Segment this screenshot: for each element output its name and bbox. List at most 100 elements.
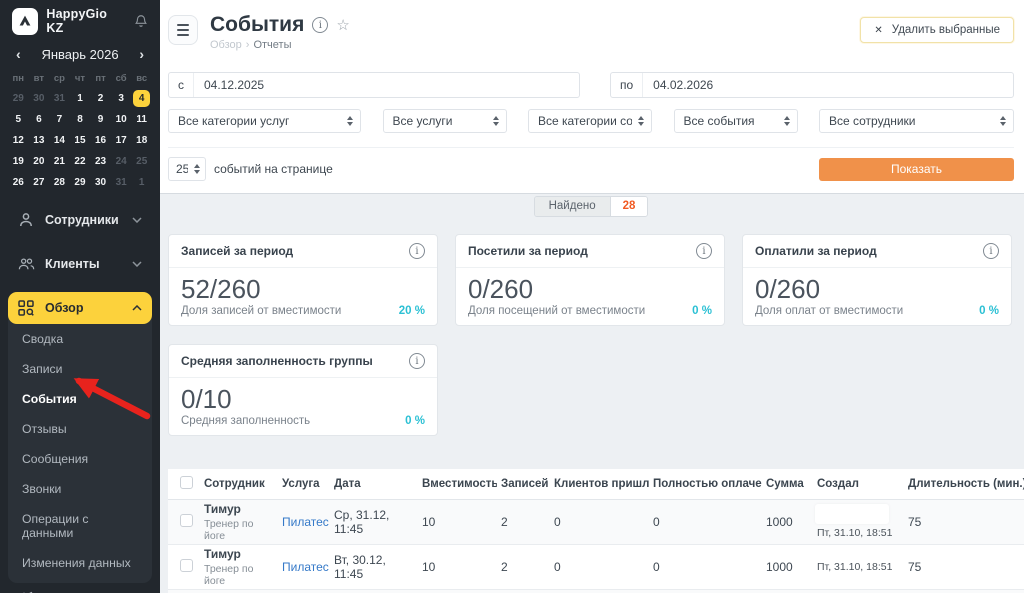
info-icon[interactable] (696, 243, 712, 259)
submenu-item[interactable]: Отзывы (8, 414, 152, 444)
calendar-day[interactable]: 24 (111, 152, 132, 171)
breadcrumb-parent[interactable]: Обзор (210, 39, 242, 51)
calendar-day[interactable]: 11 (131, 110, 152, 129)
sidebar-item-employees[interactable]: Сотрудники (8, 204, 152, 236)
service-link[interactable]: Пилатес (282, 515, 329, 529)
calendar-day[interactable]: 5 (8, 110, 29, 129)
calendar-day[interactable]: 25 (131, 152, 152, 171)
sidebar-item-analytics[interactable]: Аналитика (8, 583, 152, 593)
sidebar: HappyGio KZ ‹ Январь 2026 › пнвтсрчтптсб… (0, 0, 160, 593)
created-highlight-box (815, 504, 889, 524)
select-employees[interactable]: Все сотрудники (819, 109, 1014, 133)
column-header[interactable]: Записей (497, 469, 550, 499)
submenu-item[interactable]: Звонки (8, 474, 152, 504)
calendar-day[interactable]: 15 (70, 131, 91, 150)
select-event-categories[interactable]: Все категории событий (528, 109, 652, 133)
calendar-day[interactable]: 10 (111, 110, 132, 129)
stat-card-records: Записей за период 52/260 Доля записей от… (168, 234, 438, 326)
info-icon[interactable] (312, 17, 328, 33)
notifications-bell-icon[interactable] (134, 14, 148, 28)
delete-selected-button[interactable]: ✕ Удалить выбранные (860, 17, 1014, 43)
calendar-day[interactable]: 22 (70, 152, 91, 171)
calendar-day[interactable]: 16 (90, 131, 111, 150)
column-header[interactable]: Создал (813, 469, 904, 499)
info-icon[interactable] (983, 243, 999, 259)
calendar-day[interactable]: 27 (29, 173, 50, 192)
select-services[interactable]: Все услуги (383, 109, 507, 133)
table-row[interactable]: Тимур Тренер по йоге Пилатес Ср, 31.12, … (168, 499, 1024, 544)
service-link[interactable]: Пилатес (282, 560, 329, 574)
column-header[interactable]: Услуга (278, 469, 330, 499)
calendar-next-button[interactable]: › (137, 46, 146, 62)
records-value: 2 (497, 499, 550, 544)
calendar-day[interactable]: 30 (29, 89, 50, 108)
calendar-day[interactable]: 21 (49, 152, 70, 171)
calendar-day[interactable]: 12 (8, 131, 29, 150)
calendar-day[interactable]: 7 (49, 110, 70, 129)
calendar-day[interactable]: 26 (8, 173, 29, 192)
calendar-grid: пнвтсрчтптсбвс29303112345678910111213141… (0, 64, 160, 194)
submenu-item[interactable]: Записи (8, 354, 152, 384)
calendar-day[interactable]: 28 (49, 173, 70, 192)
menu-toggle-button[interactable] (168, 15, 198, 45)
row-checkbox[interactable] (180, 559, 193, 572)
calendar-day[interactable]: 31 (111, 173, 132, 192)
calendar-day[interactable]: 1 (131, 173, 152, 192)
table-row[interactable]: Тимур Тренер по йоге Пилатес Вт, 30.12, … (168, 544, 1024, 589)
column-header[interactable]: Длительность (мин.) (904, 469, 1024, 499)
calendar-day[interactable]: 2 (90, 89, 111, 108)
column-header[interactable]: Вместимость (418, 469, 497, 499)
calendar-day[interactable]: 1 (70, 89, 91, 108)
info-icon[interactable] (409, 353, 425, 369)
submenu-item[interactable]: Операции с данными (8, 504, 152, 548)
favorite-star-icon[interactable] (336, 16, 349, 34)
calendar-day[interactable]: 18 (131, 131, 152, 150)
overview-section: Обзор СводкаЗаписиСобытияОтзывыСообщения… (8, 292, 152, 583)
date-from-label: с (169, 73, 194, 97)
table-row[interactable] (168, 589, 1024, 593)
sidebar-item-clients[interactable]: Клиенты (8, 249, 152, 279)
calendar-day[interactable]: 8 (70, 110, 91, 129)
submenu-item[interactable]: Сводка (8, 324, 152, 354)
people-icon (18, 257, 35, 271)
calendar-day[interactable]: 13 (29, 131, 50, 150)
found-counter[interactable]: Найдено 28 (534, 196, 649, 217)
select-all-checkbox[interactable] (180, 476, 193, 489)
app-logo[interactable] (12, 8, 38, 35)
submenu-item[interactable]: Сообщения (8, 444, 152, 474)
date-to-input[interactable] (643, 78, 1013, 92)
delete-selected-label: Удалить выбранные (892, 24, 1000, 36)
select-events[interactable]: Все события (674, 109, 798, 133)
calendar-day[interactable]: 3 (111, 89, 132, 108)
column-header[interactable]: Сумма (762, 469, 813, 499)
calendar-day[interactable]: 6 (29, 110, 50, 129)
column-header[interactable]: Клиентов пришло (550, 469, 649, 499)
calendar-day[interactable]: 31 (49, 89, 70, 108)
column-header[interactable]: Сотрудник (200, 469, 278, 499)
show-button[interactable]: Показать (819, 158, 1014, 181)
date-from-input[interactable] (194, 78, 579, 92)
calendar-day[interactable]: 9 (90, 110, 111, 129)
column-header[interactable]: Полностью оплачено (649, 469, 762, 499)
calendar-day[interactable]: 14 (49, 131, 70, 150)
calendar-day[interactable]: 29 (70, 173, 91, 192)
employee-name: Тимур (204, 547, 274, 561)
calendar-prev-button[interactable]: ‹ (14, 46, 23, 62)
calendar-day[interactable]: 30 (90, 173, 111, 192)
calendar-day[interactable]: 29 (8, 89, 29, 108)
per-page-select[interactable]: 25 (168, 157, 206, 181)
results-section: Найдено 28 Записей за период 52/260 Доля… (160, 193, 1024, 593)
calendar-day[interactable]: 23 (90, 152, 111, 171)
submenu-item[interactable]: События (8, 384, 152, 414)
sidebar-item-overview-active[interactable]: Обзор (8, 292, 152, 324)
calendar-day[interactable]: 4 (131, 89, 152, 108)
events-table-body: Тимур Тренер по йоге Пилатес Ср, 31.12, … (168, 499, 1024, 593)
calendar-day[interactable]: 19 (8, 152, 29, 171)
info-icon[interactable] (409, 243, 425, 259)
calendar-day[interactable]: 17 (111, 131, 132, 150)
submenu-item[interactable]: Изменения данных (8, 548, 152, 578)
row-checkbox[interactable] (180, 514, 193, 527)
column-header[interactable]: Дата (330, 469, 418, 499)
select-service-categories[interactable]: Все категории услуг (168, 109, 361, 133)
calendar-day[interactable]: 20 (29, 152, 50, 171)
